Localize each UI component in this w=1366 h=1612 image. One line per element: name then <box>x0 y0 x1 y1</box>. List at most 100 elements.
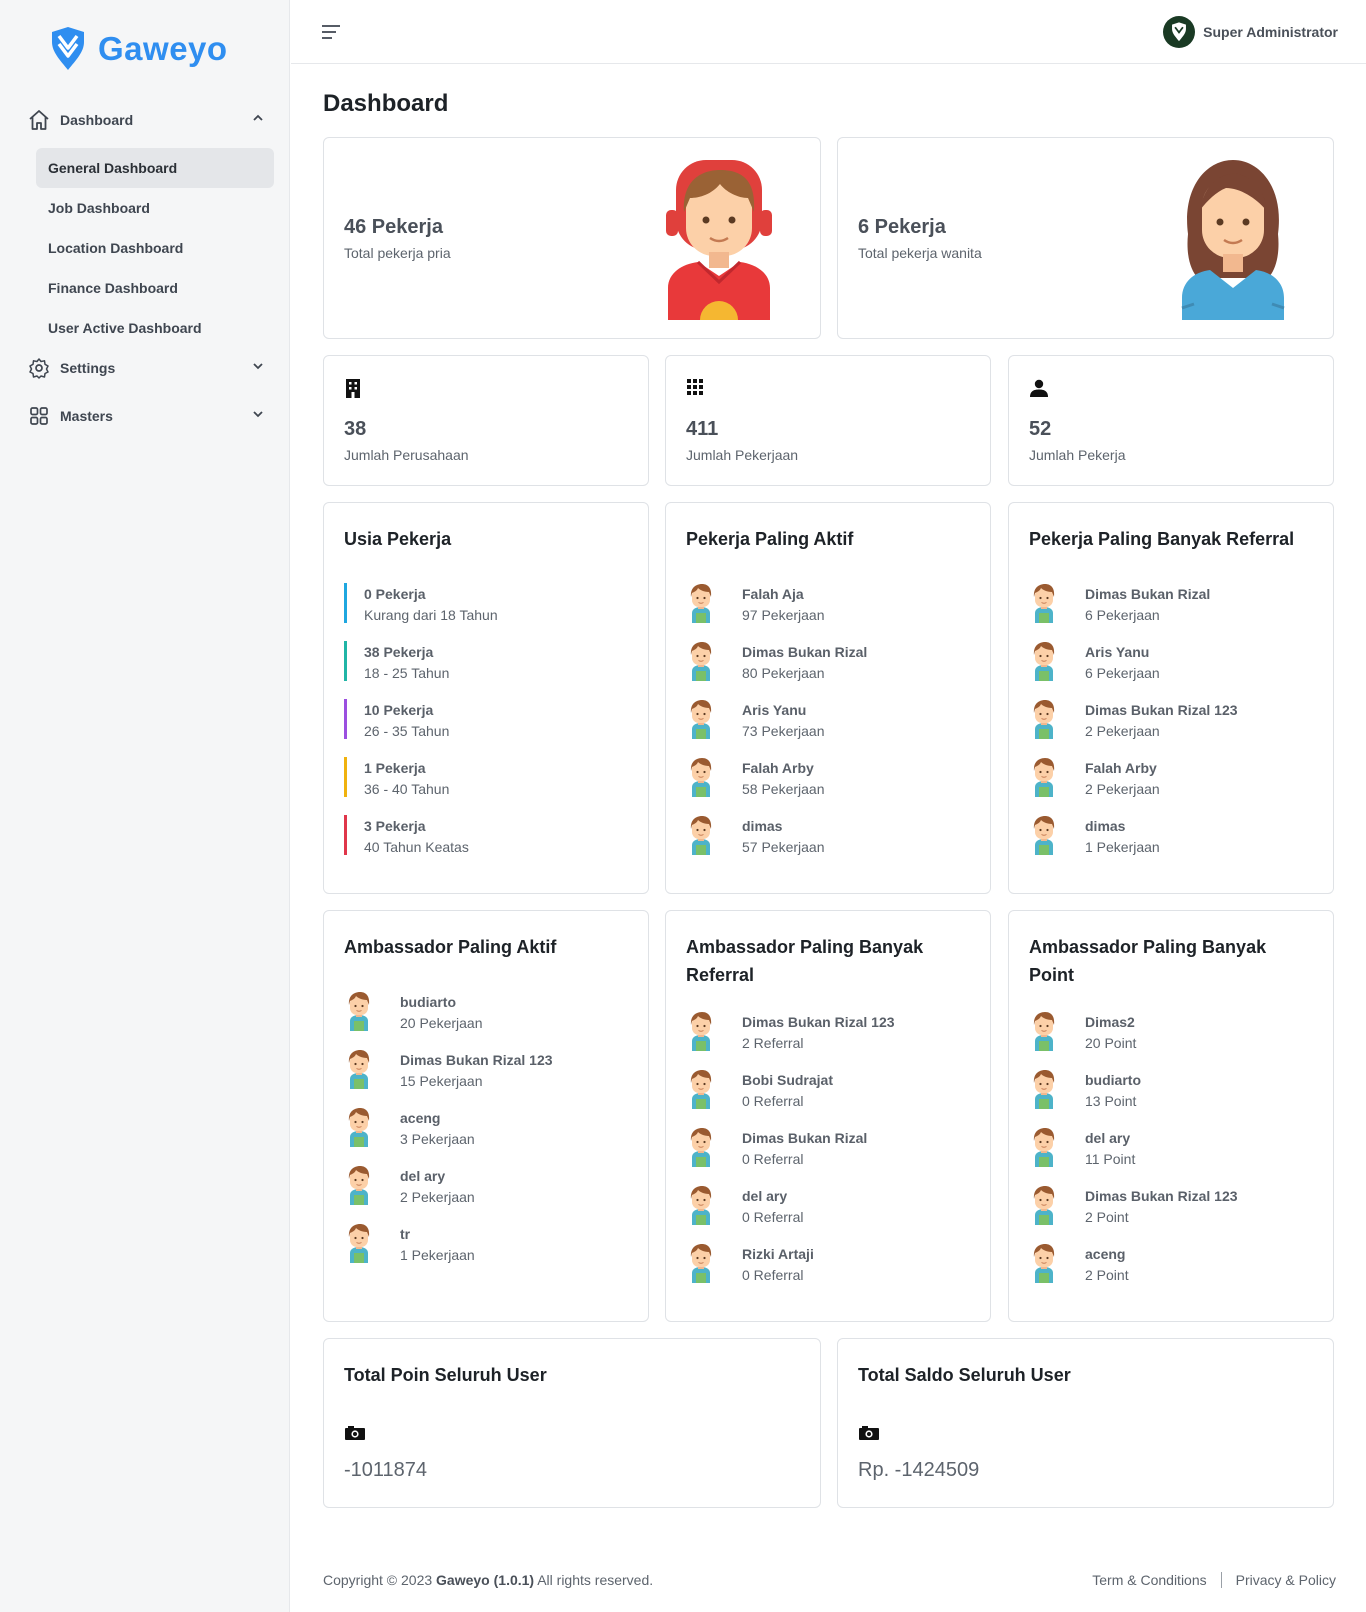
list-item: Dimas Bukan Rizal 80 Pekerjaan <box>686 641 978 699</box>
person-value: 6 Pekerjaan <box>1085 607 1160 623</box>
list-item: dimas 1 Pekerjaan <box>1029 815 1321 873</box>
person-value: 2 Pekerjaan <box>400 1189 475 1205</box>
chevron-up-icon <box>252 111 264 127</box>
person-value: 58 Pekerjaan <box>742 781 825 797</box>
list-item: Falah Arby 2 Pekerjaan <box>1029 757 1321 815</box>
list-item: del ary 11 Point <box>1029 1127 1321 1185</box>
age-count: 10 Pekerja <box>364 702 434 718</box>
list-item: del ary 2 Pekerjaan <box>344 1165 636 1223</box>
nav-masters[interactable]: Masters <box>28 405 264 427</box>
user-avatar-icon <box>686 1011 716 1056</box>
person-name: Dimas Bukan Rizal 123 <box>1085 1188 1238 1204</box>
female-workers-card: 6 Pekerja Total pekerja wanita <box>837 137 1334 339</box>
person-name: Dimas Bukan Rizal <box>742 644 868 660</box>
person-name: dimas <box>742 818 783 834</box>
female-label: Total pekerja wanita <box>858 245 982 261</box>
list-item: Dimas Bukan Rizal 0 Referral <box>686 1127 978 1185</box>
person-value: 0 Referral <box>742 1209 804 1225</box>
nav-settings[interactable]: Settings <box>28 357 264 379</box>
app-logo[interactable]: Gaweyo <box>50 26 228 72</box>
terms-link[interactable]: Term & Conditions <box>1092 1572 1206 1588</box>
person-name: Falah Aja <box>742 586 804 602</box>
user-avatar-icon <box>1029 1127 1059 1172</box>
age-item: 10 Pekerja 26 - 35 Tahun <box>344 699 636 757</box>
total-points-card: Total Poin Seluruh User -1011874 <box>323 1338 821 1508</box>
list-item: Dimas Bukan Rizal 123 15 Pekerjaan <box>344 1049 636 1107</box>
person-value: 20 Pekerjaan <box>400 1015 483 1031</box>
person-name: budiarto <box>1085 1072 1141 1088</box>
user-avatar-icon <box>686 1243 716 1288</box>
nav-location-dashboard[interactable]: Location Dashboard <box>36 228 274 268</box>
female-avatar-icon <box>1181 160 1285 320</box>
male-avatar-icon <box>666 160 772 320</box>
nav-user-active-dashboard[interactable]: User Active Dashboard <box>36 308 274 348</box>
female-count: 6 Pekerja <box>858 216 946 238</box>
user-avatar-icon <box>344 1165 374 1210</box>
age-range: 36 - 40 Tahun <box>364 781 450 797</box>
user-avatar-icon <box>344 1223 374 1268</box>
list-item: Rizki Artaji 0 Referral <box>686 1243 978 1301</box>
list-item: budiarto 20 Pekerjaan <box>344 991 636 1049</box>
building-icon <box>344 378 362 403</box>
person-name: Dimas Bukan Rizal 123 <box>1085 702 1238 718</box>
list-item: Dimas Bukan Rizal 123 2 Point <box>1029 1185 1321 1243</box>
page-title: Dashboard <box>323 90 449 117</box>
companies-stat-card: 38 Jumlah Perusahaan <box>323 355 649 486</box>
person-value: 80 Pekerjaan <box>742 665 825 681</box>
age-item: 1 Pekerja 36 - 40 Tahun <box>344 757 636 815</box>
person-name: budiarto <box>400 994 456 1010</box>
user-avatar-icon <box>686 757 716 802</box>
user-avatar-icon <box>1029 1069 1059 1114</box>
age-count: 3 Pekerja <box>364 818 426 834</box>
jobs-label: Jumlah Pekerjaan <box>686 447 799 463</box>
person-name: del ary <box>742 1188 788 1204</box>
person-value: 1 Pekerjaan <box>1085 839 1160 855</box>
user-avatar-icon <box>1029 1011 1059 1056</box>
user-menu[interactable]: Super Administrator <box>1163 16 1338 48</box>
age-list: 0 Pekerja Kurang dari 18 Tahun 38 Pekerj… <box>344 583 636 873</box>
person-value: 11 Point <box>1085 1151 1136 1167</box>
menu-toggle-icon[interactable] <box>321 24 341 45</box>
list-item: tr 1 Pekerjaan <box>344 1223 636 1281</box>
person-list: budiarto 20 Pekerjaan Dimas Bukan Rizal 12… <box>344 991 636 1281</box>
total-balance-card: Total Saldo Seluruh User Rp. -1424509 <box>837 1338 1334 1508</box>
camera-icon <box>858 1425 880 1446</box>
camera-icon <box>344 1425 366 1446</box>
card-title: Ambassador Paling Banyak Point <box>1029 933 1266 989</box>
age-range: 18 - 25 Tahun <box>364 665 450 681</box>
list-item: Dimas Bukan Rizal 123 2 Pekerjaan <box>1029 699 1321 757</box>
avatar <box>1163 16 1196 48</box>
age-range: 40 Tahun Keatas <box>364 839 469 855</box>
card-title-line: Referral <box>686 965 755 985</box>
nav-general-dashboard[interactable]: General Dashboard <box>36 148 274 188</box>
most-active-ambassadors-card: Ambassador Paling Aktif budiarto 20 Peker… <box>323 910 649 1322</box>
nav-dashboard[interactable]: Dashboard <box>28 109 264 131</box>
list-item: del ary 0 Referral <box>686 1185 978 1243</box>
nav-finance-dashboard[interactable]: Finance Dashboard <box>36 268 274 308</box>
card-title: Pekerja Paling Banyak Referral <box>1029 529 1295 549</box>
total-points-value: -1011874 <box>344 1459 428 1481</box>
nav-job-dashboard[interactable]: Job Dashboard <box>36 188 274 228</box>
person-list: Dimas Bukan Rizal 6 Pekerjaan Aris Yanu 6 P… <box>1029 583 1321 873</box>
copyright-suffix: All rights reserved. <box>534 1572 654 1588</box>
age-range: 26 - 35 Tahun <box>364 723 450 739</box>
age-item: 0 Pekerja Kurang dari 18 Tahun <box>344 583 636 641</box>
most-referral-workers-card: Pekerja Paling Banyak Referral Dimas Buk… <box>1008 502 1334 894</box>
gaweyo-logo-icon <box>52 27 84 70</box>
card-title: Pekerja Paling Aktif <box>686 529 854 549</box>
user-avatar-icon <box>1029 641 1059 686</box>
user-avatar-icon <box>344 1107 374 1152</box>
workers-label: Jumlah Pekerja <box>1029 447 1126 463</box>
card-title: Total Poin Seluruh User <box>344 1365 547 1385</box>
person-name: Dimas Bukan Rizal 123 <box>742 1014 895 1030</box>
person-name: Bobi Sudrajat <box>742 1072 834 1088</box>
person-value: 0 Referral <box>742 1151 804 1167</box>
person-value: 57 Pekerjaan <box>742 839 825 855</box>
user-avatar-icon <box>686 815 716 860</box>
chevron-down-icon <box>252 407 264 423</box>
person-name: tr <box>400 1226 411 1242</box>
privacy-link[interactable]: Privacy & Policy <box>1236 1572 1336 1588</box>
person-value: 13 Point <box>1085 1093 1137 1109</box>
person-value: 0 Referral <box>742 1093 804 1109</box>
companies-label: Jumlah Perusahaan <box>344 447 469 463</box>
